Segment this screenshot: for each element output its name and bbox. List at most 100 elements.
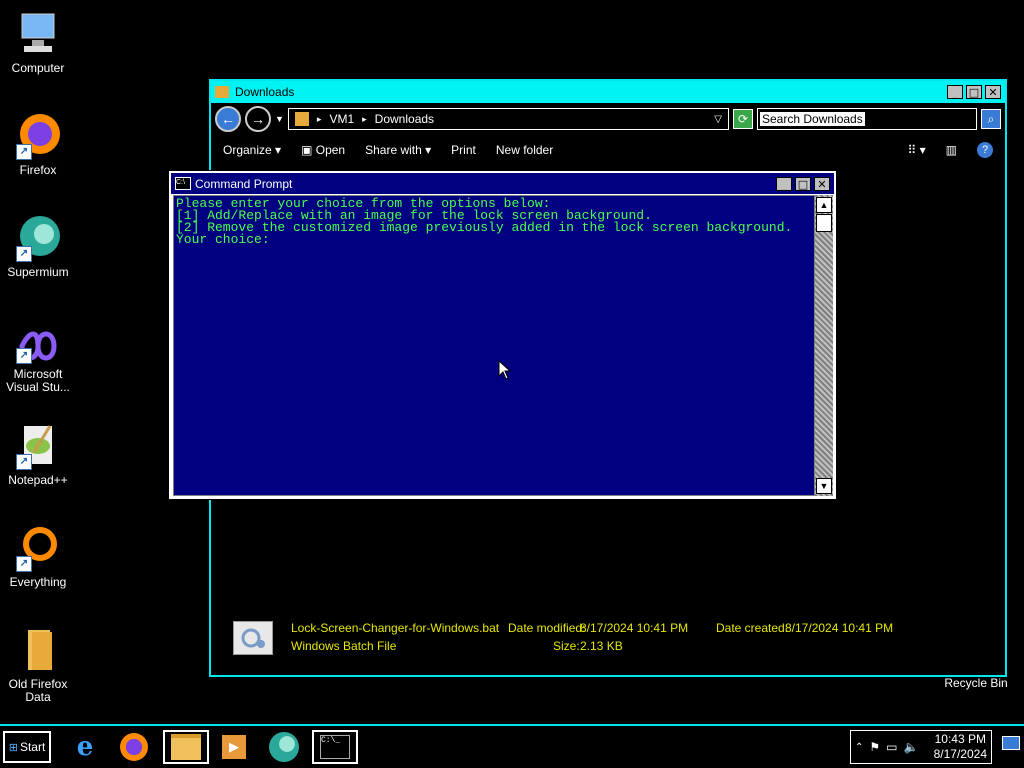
address-bar[interactable]: ▸ VM1 ▸ Downloads ▽ (287, 108, 729, 130)
desktop-icon-label: Old Firefox Data (8, 677, 68, 704)
batch-file-icon (233, 621, 273, 655)
desktop-icon-label: Notepad++ (8, 473, 68, 487)
size-label: Size: (553, 639, 580, 653)
shortcut-arrow-icon: ↗ (16, 246, 32, 262)
minimize-button[interactable]: _ (947, 85, 963, 99)
file-type: Windows Batch File (291, 639, 397, 653)
desktop-icon-visual-studio[interactable]: ↗ Microsoft Visual Stu... (0, 328, 76, 394)
visual-studio-icon: ↗ (14, 328, 62, 364)
maximize-button[interactable]: □ (795, 176, 811, 191)
supermium-icon: ↗ (14, 214, 62, 262)
taskbar-media-player[interactable]: ▶ (215, 730, 253, 764)
minimize-button[interactable]: _ (776, 176, 792, 191)
date-created-value: 8/17/2024 10:41 PM (785, 621, 894, 635)
share-with-button[interactable]: Share with ▾ (365, 143, 431, 157)
shortcut-arrow-icon: ↗ (16, 454, 32, 470)
volume-muted-icon[interactable]: 🔈 (904, 740, 919, 754)
clock-date: 8/17/2024 (933, 747, 987, 761)
scroll-down-button[interactable]: ▼ (816, 478, 832, 494)
windows-logo-icon: ⊞ (8, 741, 18, 754)
shortcut-arrow-icon: ↗ (16, 556, 32, 572)
search-input[interactable]: Search Downloads (757, 108, 977, 130)
desktop-icon-label: Everything (9, 575, 67, 589)
details-pane: Lock-Screen-Changer-for-Windows.bat Wind… (231, 621, 995, 665)
scroll-thumb[interactable] (816, 214, 832, 232)
mouse-cursor-icon (498, 359, 512, 385)
taskbar-supermium[interactable] (265, 730, 303, 764)
open-button[interactable]: ▣ Open (301, 143, 345, 157)
start-button[interactable]: ⊞ Start (3, 731, 51, 763)
folder-icon (215, 86, 229, 98)
taskbar: ⊞ Start e ▶ C:\_ ⌃ ⚑ ▭ 🔈 10:43 PM 8/17/2… (0, 724, 1024, 768)
print-button[interactable]: Print (451, 143, 476, 157)
close-button[interactable]: ✕ (814, 176, 830, 191)
preview-pane-icon[interactable]: ▥ (946, 143, 957, 157)
help-icon[interactable]: ? (977, 142, 993, 158)
cmd-titlebar[interactable]: C:\ Command Prompt _ □ ✕ (171, 173, 834, 194)
computer-icon (14, 10, 62, 58)
desktop-icon-firefox[interactable]: ↗ Firefox (0, 112, 76, 177)
breadcrumb-vm1[interactable]: VM1 (329, 112, 354, 126)
organize-button[interactable]: Organize ▾ (223, 143, 281, 157)
history-dropdown-icon[interactable]: ▽ (714, 114, 722, 125)
firefox-icon: ↗ (14, 112, 62, 160)
maximize-button[interactable]: □ (966, 85, 982, 99)
taskbar-firefox[interactable] (115, 730, 153, 764)
folder-icon (294, 112, 309, 126)
desktop-icon-recycle-bin[interactable]: Recycle Bin (930, 676, 1022, 690)
back-button[interactable]: ← (215, 106, 241, 132)
search-placeholder: Search Downloads (760, 112, 865, 126)
desktop-icon-label: Computer (11, 61, 65, 75)
explorer-titlebar[interactable]: Downloads _ □ ✕ (211, 81, 1005, 103)
console-line: Your choice: (176, 232, 270, 247)
taskbar-command-prompt[interactable]: C:\_ (312, 730, 358, 764)
desktop-icon-supermium[interactable]: ↗ Supermium (0, 214, 76, 279)
vertical-scrollbar[interactable]: ▲ ▼ (815, 195, 833, 496)
new-folder-button[interactable]: New folder (496, 143, 553, 157)
chevron-right-icon: ▸ (316, 113, 322, 124)
notification-area: ⌃ ⚑ ▭ 🔈 10:43 PM 8/17/2024 (850, 730, 992, 764)
notepadpp-icon: ↗ (14, 422, 62, 470)
window-title: Downloads (235, 85, 295, 99)
forward-button[interactable]: → (245, 106, 271, 132)
firefox-icon (120, 733, 148, 761)
taskbar-file-explorer[interactable] (163, 730, 209, 764)
breadcrumb-downloads[interactable]: Downloads (375, 112, 434, 126)
desktop-icon-label: Microsoft Visual Stu... (6, 367, 70, 394)
chevron-right-icon: ▸ (362, 113, 367, 124)
desktop-icon-label: Supermium (7, 265, 69, 279)
supermium-icon (269, 732, 299, 762)
show-desktop-button[interactable] (1002, 736, 1020, 750)
scroll-up-button[interactable]: ▲ (816, 197, 832, 213)
desktop-icon-old-firefox-data[interactable]: Old Firefox Data (0, 626, 76, 704)
cmd-icon: C:\_ (320, 735, 350, 759)
close-button[interactable]: ✕ (985, 85, 1001, 99)
network-icon[interactable]: ▭ (886, 740, 897, 754)
show-hidden-icons-button[interactable]: ⌃ (855, 742, 863, 753)
search-icon[interactable]: ⌕ (981, 109, 1001, 129)
navigation-bar: ← → ▼ ▸ VM1 ▸ Downloads ▽ ⟳ Search Downl… (211, 103, 1005, 135)
chevron-down-icon[interactable]: ▼ (275, 114, 284, 124)
cmd-icon: C:\ (175, 177, 191, 190)
desktop-icon-computer[interactable]: Computer (0, 10, 76, 75)
shortcut-arrow-icon: ↗ (16, 348, 32, 364)
size-value: 2.13 KB (580, 639, 623, 653)
refresh-button[interactable]: ⟳ (733, 109, 753, 129)
open-icon: ▣ (301, 143, 313, 157)
action-center-flag-icon[interactable]: ⚑ (869, 740, 880, 754)
console-output[interactable]: Please enter your choice from the option… (173, 195, 815, 496)
internet-explorer-icon: e (76, 732, 94, 762)
desktop-icon-label: Recycle Bin (944, 676, 1008, 690)
folder-icon (171, 734, 201, 760)
everything-icon: ↗ (14, 524, 62, 572)
desktop-icon-everything[interactable]: ↗ Everything (0, 524, 76, 589)
desktop-icon-notepadpp[interactable]: ↗ Notepad++ (0, 422, 76, 487)
file-name: Lock-Screen-Changer-for-Windows.bat (291, 621, 500, 635)
shortcut-arrow-icon: ↗ (16, 144, 32, 160)
view-options-icon[interactable]: ⠿ ▾ (908, 143, 926, 157)
desktop-icon-label: Firefox (19, 163, 57, 177)
folder-icon (14, 626, 62, 674)
clock-time: 10:43 PM (934, 732, 986, 746)
taskbar-internet-explorer[interactable]: e (66, 730, 104, 764)
clock[interactable]: 10:43 PM 8/17/2024 (934, 732, 991, 762)
